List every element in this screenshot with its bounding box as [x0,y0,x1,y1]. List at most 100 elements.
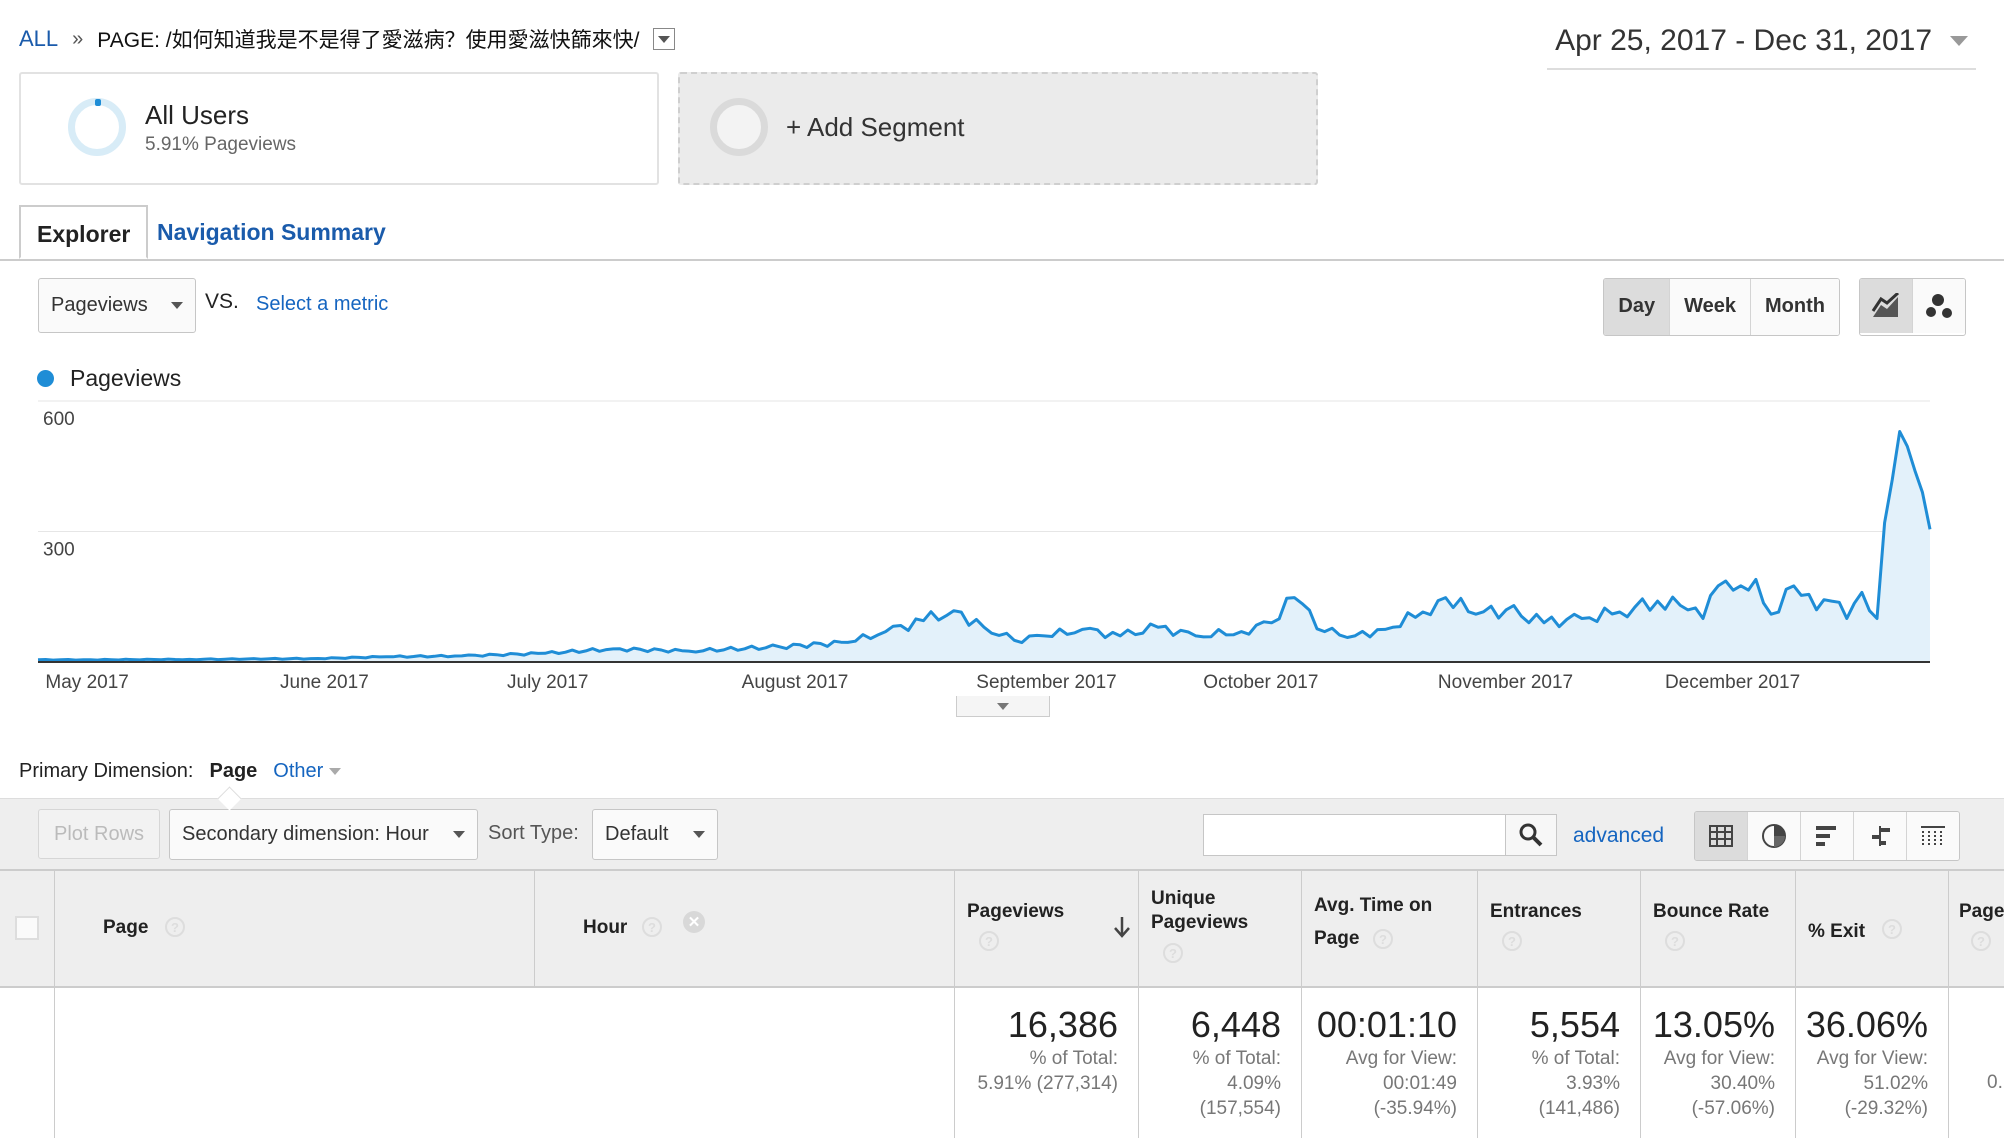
help-icon[interactable]: ? [165,917,185,937]
chevron-down-icon [171,302,183,309]
metric-select[interactable]: Pageviews [38,278,196,333]
empty-segment-icon [710,98,768,156]
help-icon[interactable]: ? [642,917,662,937]
report-tabs: Explorer Navigation Summary [0,205,2004,261]
total-value: 36.06% [1805,1004,1928,1045]
help-icon[interactable]: ? [1502,931,1522,951]
col-page-value[interactable]: Page ? [1948,871,2004,986]
total-pageviews: 16,386 % of Total: 5.91% (277,314) [954,984,1138,1138]
tab-explorer[interactable]: Explorer [19,205,149,259]
col-pageviews[interactable]: Pageviews ? [954,871,1138,986]
col-exit[interactable]: % Exit ? [1795,871,1948,986]
motion-chart-button[interactable] [1912,279,1965,333]
bar-view-icon [1816,826,1836,846]
y-tick-label: 300 [43,540,75,561]
select-metric-link[interactable]: Select a metric [256,293,388,316]
col-unique-pageviews[interactable]: Unique Pageviews ? [1138,871,1301,986]
primary-dimension: Primary Dimension: Page Other [19,760,342,783]
comparison-view-button[interactable] [1853,812,1906,860]
totals-empty-cell [0,984,54,1138]
total-detail: 3.93% [1566,1073,1620,1094]
help-icon[interactable]: ? [1971,931,1991,951]
totals-row: 16,386 % of Total: 5.91% (277,314) 6,448… [0,984,2004,1138]
x-tick-label: October 2017 [1203,672,1318,693]
col-hour-label: Hour [583,917,628,938]
page-dropdown-button[interactable] [653,28,676,50]
sort-type-select[interactable]: Default [592,809,718,860]
total-detail-2: (-57.06%) [1691,1098,1775,1119]
breadcrumb-all-link[interactable]: ALL [19,26,58,52]
primary-dimension-other[interactable]: Other [273,760,342,783]
total-unique-pageviews: 6,448 % of Total: 4.09% (157,554) [1138,984,1301,1138]
chart-collapse-handle[interactable] [956,696,1050,717]
add-segment-label: + Add Segment [786,112,965,142]
col-bounce-rate[interactable]: Bounce Rate ? [1640,871,1795,986]
bar-view-button[interactable] [1800,812,1853,860]
total-label: % of Total: [1029,1048,1118,1069]
x-tick-label: July 2017 [507,672,588,693]
table-toolbar: Plot Rows Secondary dimension: Hour Sort… [0,798,2004,870]
sort-type-value: Default [605,823,669,845]
search-button[interactable] [1506,814,1557,856]
select-all-checkbox[interactable] [15,916,39,940]
total-avg-time-on-page: 00:01:10 Avg for View: 00:01:49 (-35.94%… [1301,984,1477,1138]
tab-navigation-summary[interactable]: Navigation Summary [157,205,386,259]
help-icon[interactable]: ? [1373,929,1393,949]
motion-chart-icon [1926,294,1952,318]
primary-dimension-page[interactable]: Page [209,760,257,783]
help-icon[interactable]: ? [1163,943,1183,963]
col-page-value-label: Page [1959,901,2004,922]
date-range-picker[interactable]: Apr 25, 2017 - Dec 31, 2017 [1547,24,1976,70]
help-icon[interactable]: ? [979,931,999,951]
legend-dot [37,370,54,387]
add-segment-button[interactable]: + Add Segment [678,72,1318,185]
segment-all-users[interactable]: All Users 5.91% Pageviews [19,72,659,185]
pivot-view-button[interactable] [1906,812,1959,860]
interval-day-button[interactable]: Day [1604,279,1670,335]
line-chart-icon [1871,293,1900,317]
col-page[interactable]: Page ? [54,871,534,986]
total-detail: 4.09% [1227,1073,1281,1094]
legend-label: Pageviews [70,365,182,391]
total-entrances: 5,554 % of Total: 3.93% (141,486) [1477,984,1640,1138]
breadcrumb-page: PAGE: /如何知道我是不是得了愛滋病？使用愛滋快篩來快/ [97,29,640,52]
interval-month-button[interactable]: Month [1750,279,1839,335]
total-page-value: 0. [1948,984,2004,1138]
help-icon[interactable]: ? [1665,931,1685,951]
search-icon [1519,823,1543,847]
total-value [1949,1004,2004,1045]
table-search-input[interactable] [1203,814,1506,856]
pie-view-button[interactable] [1747,812,1800,860]
chart-type-toggle [1859,278,1966,336]
total-label: Avg for View: [1345,1048,1457,1069]
help-icon[interactable]: ? [1882,919,1902,939]
line-chart-button[interactable] [1860,279,1912,333]
metric-select-value: Pageviews [51,294,148,316]
x-tick-label: June 2017 [280,672,369,693]
interval-toggle: Day Week Month [1603,278,1840,336]
interval-week-button[interactable]: Week [1669,279,1751,335]
primary-dimension-label: Primary Dimension: [19,760,194,782]
total-label: % of Total: [1192,1048,1281,1069]
secondary-dimension-select[interactable]: Secondary dimension: Hour [169,809,478,860]
x-tick-label: September 2017 [976,672,1117,693]
plot-rows-button[interactable]: Plot Rows [38,809,160,859]
remove-dimension-icon[interactable]: ✕ [683,911,705,933]
advanced-filter-link[interactable]: advanced [1573,824,1664,848]
chevron-down-icon [693,831,705,838]
col-avg-time-on-page[interactable]: Avg. Time on Page ? [1301,871,1477,986]
total-detail: 0. [1987,1072,2003,1093]
total-detail-2: (157,554) [1199,1098,1281,1119]
y-tick-label: 600 [43,409,75,430]
vs-label: VS. [205,290,239,313]
col-hour[interactable]: Hour ? ✕ [534,871,954,986]
chart-legend: Pageviews [37,365,181,392]
table-view-button[interactable] [1695,812,1747,860]
col-entrances[interactable]: Entrances ? [1477,871,1640,986]
col-entrances-label: Entrances [1490,901,1582,922]
total-detail: 51.02% [1863,1073,1928,1094]
total-detail-2: (141,486) [1538,1098,1620,1119]
col-page-label: Page [103,917,149,938]
secondary-dimension-value: Secondary dimension: Hour [182,823,429,845]
total-detail: 5.91% (277,314) [977,1073,1119,1094]
